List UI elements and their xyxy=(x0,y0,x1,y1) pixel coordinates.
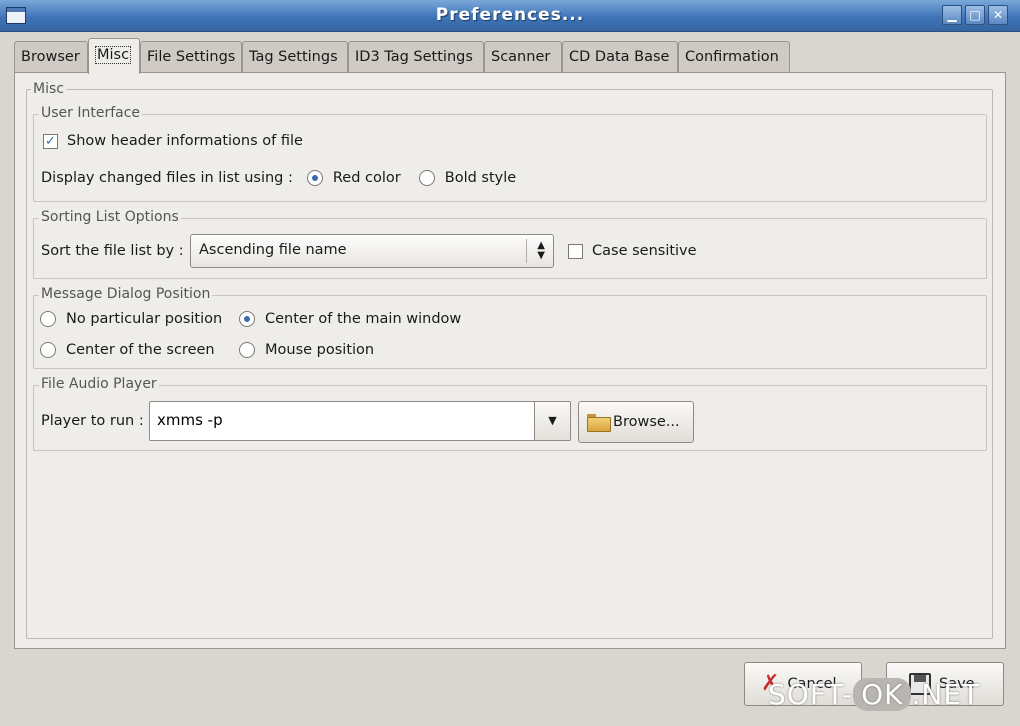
center-main-radio[interactable] xyxy=(239,311,255,327)
center-screen-row[interactable]: Center of the screen xyxy=(40,342,215,358)
minimize-button[interactable]: ▁ xyxy=(942,5,962,25)
misc-frame-label: Misc xyxy=(31,81,66,97)
browse-button[interactable]: Browse... xyxy=(578,401,694,443)
show-header-label: Show header informations of file xyxy=(67,133,303,149)
user-interface-group xyxy=(33,114,987,202)
case-sensitive-checkbox[interactable] xyxy=(568,243,583,259)
bold-style-radio[interactable] xyxy=(418,170,435,186)
tab-scanner[interactable]: Scanner xyxy=(484,41,562,72)
tab-confirmation[interactable]: Confirmation xyxy=(678,41,790,72)
tab-misc[interactable]: Misc xyxy=(88,38,140,74)
browse-label: Browse... xyxy=(613,414,680,430)
tab-label: Browser xyxy=(21,49,80,65)
folder-icon xyxy=(587,414,611,432)
tab-label: Scanner xyxy=(491,49,551,65)
combo-separator xyxy=(526,239,527,263)
tab-label: File Settings xyxy=(147,49,236,65)
case-sensitive-row[interactable]: Case sensitive xyxy=(568,243,697,259)
close-button[interactable]: ✕ xyxy=(988,5,1008,25)
show-header-row[interactable]: ✓ Show header informations of file xyxy=(43,133,303,149)
tab-label: Misc xyxy=(95,46,132,64)
no-particular-radio[interactable] xyxy=(40,311,56,327)
case-sensitive-label: Case sensitive xyxy=(592,243,697,259)
player-command-input[interactable] xyxy=(155,410,525,430)
sorting-options-label: Sorting List Options xyxy=(39,209,181,225)
tab-file-settings[interactable]: File Settings xyxy=(140,41,242,72)
sort-order-value: Ascending file name xyxy=(199,242,347,258)
audio-player-label: File Audio Player xyxy=(39,376,159,392)
center-screen-label: Center of the screen xyxy=(66,342,215,358)
tab-label: Tag Settings xyxy=(249,49,338,65)
center-main-row[interactable]: Center of the main window xyxy=(239,311,461,327)
display-changed-row: Display changed files in list using : Re… xyxy=(41,170,516,186)
display-changed-label: Display changed files in list using : xyxy=(41,170,293,186)
watermark-part1: SOFT- xyxy=(768,678,854,711)
player-to-run-label: Player to run : xyxy=(41,413,144,429)
user-interface-label: User Interface xyxy=(39,105,143,121)
mouse-position-radio[interactable] xyxy=(239,342,255,358)
up-down-arrows-icon: ▲ ▼ xyxy=(537,240,545,261)
dropdown-arrow-icon[interactable]: ▼ xyxy=(534,402,570,440)
tab-tag-settings[interactable]: Tag Settings xyxy=(242,41,348,72)
tab-label: ID3 Tag Settings xyxy=(355,49,473,65)
title-bar[interactable]: Preferences... ▁ □ ✕ xyxy=(0,0,1020,32)
tab-cd-data-base[interactable]: CD Data Base xyxy=(562,41,678,72)
watermark: SOFT- OK .NET xyxy=(768,678,980,711)
watermark-part2: OK xyxy=(853,678,912,711)
no-particular-label: No particular position xyxy=(66,311,223,327)
watermark-part3: .NET xyxy=(911,678,981,711)
center-main-label: Center of the main window xyxy=(265,311,462,327)
sort-by-label: Sort the file list by : xyxy=(41,243,184,259)
tab-id3-tag-settings[interactable]: ID3 Tag Settings xyxy=(348,41,484,72)
tab-label: Confirmation xyxy=(685,49,779,65)
mouse-position-label: Mouse position xyxy=(265,342,375,358)
tab-label: CD Data Base xyxy=(569,49,670,65)
message-dialog-label: Message Dialog Position xyxy=(39,286,213,302)
window-title: Preferences... xyxy=(435,5,585,25)
red-color-radio[interactable] xyxy=(306,170,323,186)
maximize-button[interactable]: □ xyxy=(965,5,985,25)
tab-browser[interactable]: Browser xyxy=(14,41,88,72)
sort-order-select[interactable]: Ascending file name ▲ ▼ xyxy=(190,234,554,268)
center-screen-radio[interactable] xyxy=(40,342,56,358)
misc-tab-panel: Misc User Interface ✓ Show header inform… xyxy=(14,72,1006,649)
mouse-position-row[interactable]: Mouse position xyxy=(239,342,374,358)
red-color-label[interactable]: Red color xyxy=(333,170,401,186)
no-particular-row[interactable]: No particular position xyxy=(40,311,222,327)
show-header-checkbox[interactable]: ✓ xyxy=(43,133,58,149)
player-command-combo[interactable]: ▼ xyxy=(149,401,571,441)
bold-style-label[interactable]: Bold style xyxy=(445,170,516,186)
